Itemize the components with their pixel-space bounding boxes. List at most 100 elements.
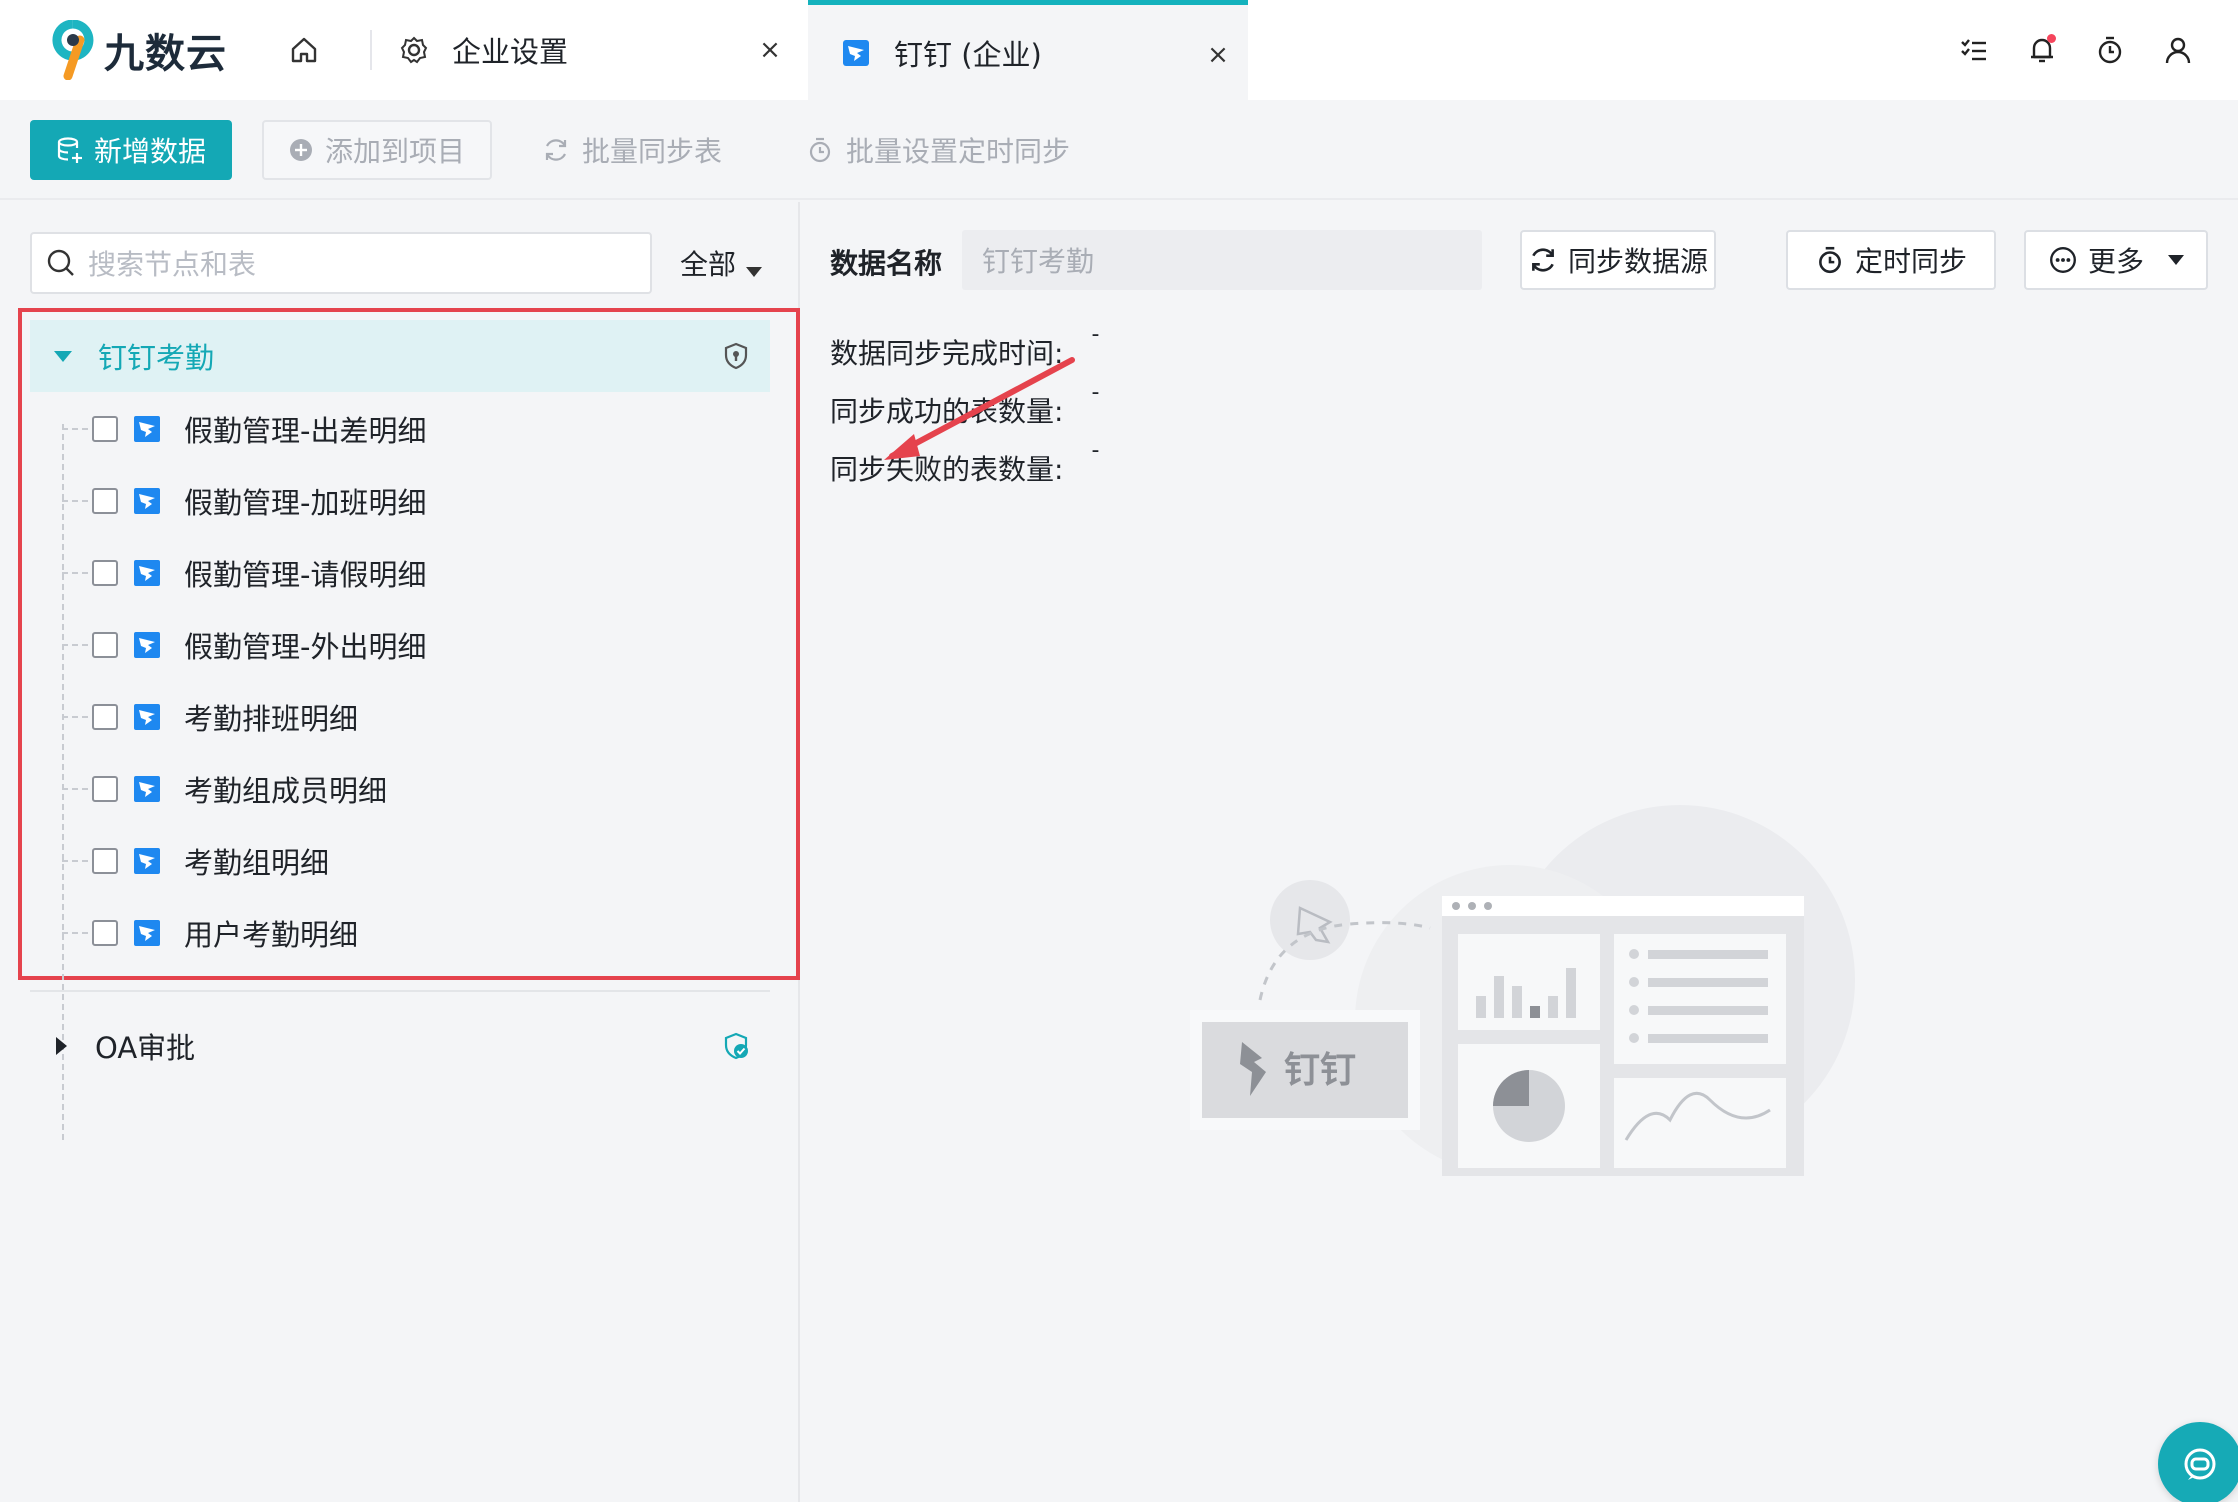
tree-item-label: 考勤排班明细 bbox=[184, 702, 359, 736]
tree-item-label: 假勤管理-外出明细 bbox=[184, 630, 427, 664]
tree-node-label: OA审批 bbox=[95, 1031, 196, 1065]
item-checkbox[interactable] bbox=[92, 632, 118, 658]
close-icon[interactable]: × bbox=[754, 34, 786, 66]
tree-connector bbox=[62, 932, 88, 934]
filter-select[interactable]: 全部 bbox=[680, 232, 780, 294]
item-checkbox[interactable] bbox=[92, 416, 118, 442]
sync-finish-time-row: 数据同步完成时间: - bbox=[830, 322, 1099, 372]
item-checkbox[interactable] bbox=[92, 704, 118, 730]
database-add-icon bbox=[57, 137, 82, 163]
dingtalk-icon bbox=[134, 632, 160, 658]
search-icon bbox=[47, 249, 74, 276]
tree-item-label: 假勤管理-请假明细 bbox=[184, 558, 427, 592]
info-label: 数据同步完成时间: bbox=[830, 337, 1064, 370]
tree-item[interactable]: 用户考勤明细 bbox=[62, 902, 762, 964]
expand-arrow-icon[interactable] bbox=[56, 1037, 67, 1055]
tree-connector bbox=[62, 644, 88, 646]
info-value: - bbox=[1091, 380, 1100, 405]
tree-node-oa-approval[interactable]: OA审批 bbox=[30, 1010, 770, 1082]
tree-item[interactable]: 考勤组明细 bbox=[62, 830, 762, 892]
dingtalk-icon bbox=[134, 704, 160, 730]
gear-icon bbox=[396, 32, 432, 68]
tree-item[interactable]: 假勤管理-出差明细 bbox=[62, 398, 762, 460]
dingtalk-icon bbox=[838, 35, 874, 71]
more-label: 更多 bbox=[2087, 245, 2144, 278]
caret-down-icon bbox=[2168, 255, 2184, 265]
tab-divider bbox=[370, 30, 372, 70]
refresh-icon bbox=[1532, 248, 1554, 272]
tree-item[interactable]: 假勤管理-请假明细 bbox=[62, 542, 762, 604]
tab-dingtalk[interactable]: 钉钉 (企业) × bbox=[808, 0, 1248, 100]
tree-item-label: 考勤组成员明细 bbox=[184, 774, 388, 808]
item-checkbox[interactable] bbox=[92, 776, 118, 802]
item-checkbox[interactable] bbox=[92, 488, 118, 514]
illustration-dingtalk-text: 钉钉 bbox=[1284, 1050, 1356, 1091]
stopwatch-icon bbox=[809, 137, 831, 163]
timer-sync-label: 定时同步 bbox=[1854, 245, 1967, 278]
chat-support-button[interactable] bbox=[2158, 1422, 2238, 1502]
tree-item[interactable]: 假勤管理-外出明细 bbox=[62, 614, 762, 676]
timer-sync-button[interactable]: 定时同步 bbox=[1786, 230, 1996, 290]
plus-circle-icon bbox=[289, 139, 312, 161]
batch-sync-label: 批量同步表 bbox=[582, 135, 723, 168]
sync-datasource-button[interactable]: 同步数据源 bbox=[1520, 230, 1716, 290]
data-name-label: 数据名称 bbox=[830, 247, 943, 280]
notification-dot bbox=[2047, 34, 2056, 43]
logo-text: 九数云 bbox=[104, 31, 227, 77]
tree-item[interactable]: 假勤管理-加班明细 bbox=[62, 470, 762, 532]
chat-icon bbox=[2184, 1448, 2216, 1480]
bell-icon[interactable] bbox=[2022, 30, 2062, 70]
batch-sync-button[interactable]: 批量同步表 bbox=[542, 120, 722, 180]
search-placeholder: 搜索节点和表 bbox=[88, 248, 257, 281]
dingtalk-icon bbox=[134, 848, 160, 874]
shield-check-icon bbox=[722, 1032, 750, 1064]
tree-item-label: 假勤管理-出差明细 bbox=[184, 414, 427, 448]
close-icon[interactable]: × bbox=[1202, 39, 1234, 71]
more-dropdown-button[interactable]: 更多 bbox=[2024, 230, 2208, 290]
refresh-icon bbox=[545, 139, 567, 161]
stopwatch-icon bbox=[1819, 246, 1841, 274]
user-icon[interactable] bbox=[2158, 30, 2198, 70]
item-checkbox[interactable] bbox=[92, 848, 118, 874]
add-to-project-label: 添加到项目 bbox=[324, 135, 465, 168]
sync-success-count-row: 同步成功的表数量: - bbox=[830, 380, 1099, 430]
tree-node-dingtalk-attendance[interactable]: 钉钉考勤 bbox=[30, 320, 770, 392]
tree-node-label: 钉钉考勤 bbox=[98, 341, 215, 375]
tab-label: 钉钉 (企业) bbox=[894, 37, 1042, 72]
tree-item-label: 考勤组明细 bbox=[184, 846, 330, 880]
home-button[interactable] bbox=[284, 30, 324, 70]
info-label: 同步成功的表数量: bbox=[830, 395, 1064, 428]
tree-connector bbox=[62, 788, 88, 790]
app-logo[interactable]: 九数云 bbox=[50, 18, 227, 82]
sync-fail-count-row: 同步失败的表数量: - bbox=[830, 438, 1099, 488]
tree-item[interactable]: 考勤组成员明细 bbox=[62, 758, 762, 820]
sync-datasource-label: 同步数据源 bbox=[1567, 245, 1708, 278]
expand-arrow-icon[interactable] bbox=[54, 350, 72, 362]
info-value: - bbox=[1091, 322, 1100, 347]
more-dots-icon bbox=[2050, 247, 2076, 273]
tree-item[interactable]: 考勤排班明细 bbox=[62, 686, 762, 748]
tree-divider bbox=[30, 990, 770, 992]
logo-mark-icon bbox=[52, 20, 94, 80]
caret-down-icon bbox=[746, 267, 763, 277]
item-checkbox[interactable] bbox=[92, 560, 118, 586]
dingtalk-icon bbox=[134, 776, 160, 802]
dingtalk-icon bbox=[134, 920, 160, 946]
search-input[interactable]: 搜索节点和表 bbox=[30, 232, 652, 294]
dingtalk-icon bbox=[134, 416, 160, 442]
tab-enterprise-settings[interactable]: 企业设置 × bbox=[396, 0, 800, 100]
item-checkbox[interactable] bbox=[92, 920, 118, 946]
new-data-label: 新增数据 bbox=[93, 135, 206, 168]
batch-timer-sync-button[interactable]: 批量设置定时同步 bbox=[806, 120, 1070, 180]
timer-icon[interactable] bbox=[2090, 30, 2130, 70]
info-value: - bbox=[1091, 438, 1100, 463]
tree-item-label: 用户考勤明细 bbox=[184, 918, 359, 952]
add-to-project-button[interactable]: 添加到项目 bbox=[262, 120, 492, 180]
dingtalk-icon bbox=[134, 488, 160, 514]
task-list-icon[interactable] bbox=[1954, 30, 1994, 70]
new-data-button[interactable]: 新增数据 bbox=[30, 120, 232, 180]
tree-connector bbox=[62, 428, 88, 430]
top-icon-group bbox=[1954, 30, 2198, 70]
data-name-field[interactable]: 钉钉考勤 bbox=[962, 230, 1482, 290]
filter-value: 全部 bbox=[680, 248, 737, 281]
